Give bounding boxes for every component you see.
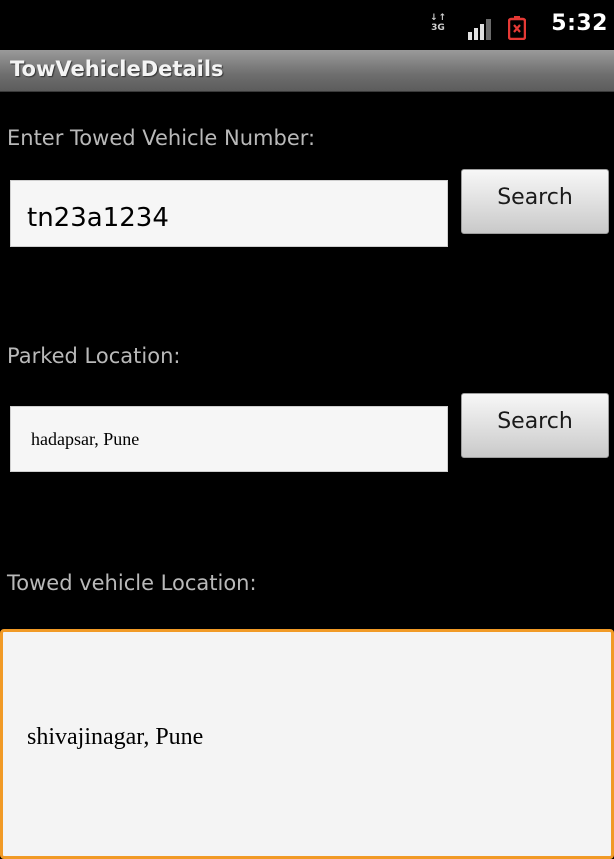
app-title: TowVehicleDetails <box>10 57 224 81</box>
parked-location-input[interactable]: hadapsar, Pune <box>10 406 448 472</box>
signal-strength-icon <box>468 19 491 40</box>
parked-location-label: Parked Location: <box>7 344 181 368</box>
vehicle-number-label: Enter Towed Vehicle Number: <box>7 126 316 150</box>
search-location-button[interactable]: Search <box>461 393 609 458</box>
vehicle-number-input[interactable]: tn23a1234 <box>10 180 448 247</box>
status-time: 5:32 <box>551 11 608 36</box>
status-bar: ↓↑ 3G 5:32 <box>0 0 614 50</box>
towed-location-textarea[interactable]: shivajinagar, Pune <box>0 629 614 859</box>
title-bar: TowVehicleDetails <box>0 50 614 92</box>
battery-low-icon <box>508 16 526 40</box>
towed-location-label: Towed vehicle Location: <box>7 571 257 595</box>
search-vehicle-button[interactable]: Search <box>461 169 609 234</box>
network-3g-icon: ↓↑ 3G <box>430 13 448 33</box>
